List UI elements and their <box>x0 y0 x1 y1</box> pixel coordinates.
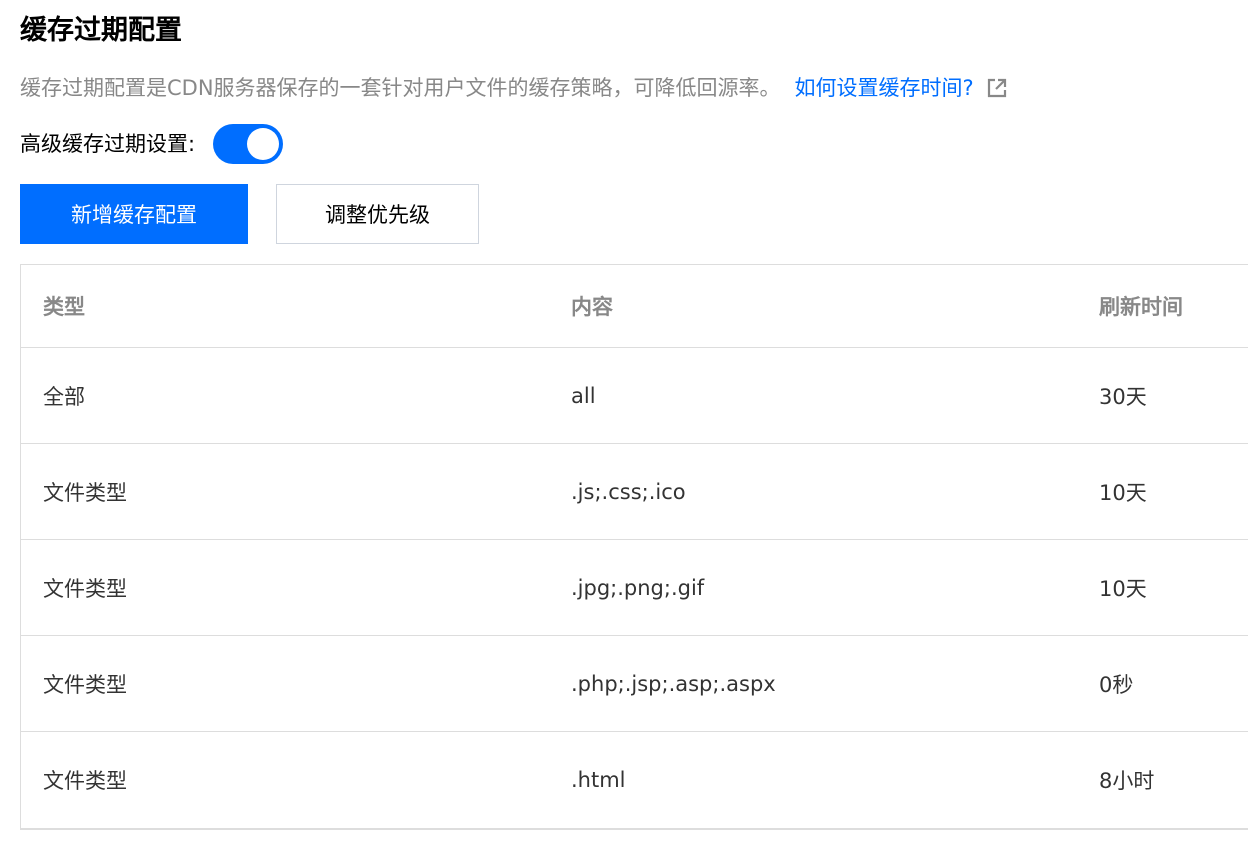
table-header: 类型 内容 刷新时间 <box>21 265 1248 348</box>
cell-content: .html <box>571 768 626 792</box>
advanced-setting-row: 高级缓存过期设置: <box>20 122 284 166</box>
header-content: 内容 <box>571 295 613 319</box>
header-refresh-time: 刷新时间 <box>1099 295 1183 319</box>
help-link[interactable]: 如何设置缓存时间? <box>795 72 974 104</box>
table-row: 文件类型 .js;.css;.ico 10天 <box>21 444 1248 540</box>
toggle-knob <box>247 128 280 160</box>
cell-refresh-time: 10天 <box>1099 576 1147 601</box>
cell-type: 全部 <box>43 384 85 409</box>
cell-content: .jpg;.png;.gif <box>571 575 705 600</box>
header-type: 类型 <box>43 295 85 319</box>
cell-refresh-time: 0秒 <box>1099 672 1134 697</box>
advanced-setting-label: 高级缓存过期设置: <box>20 132 196 156</box>
cell-type: 文件类型 <box>43 480 127 505</box>
cell-refresh-time: 10天 <box>1099 480 1147 505</box>
table-row: 文件类型 .php;.jsp;.asp;.aspx 0秒 <box>21 636 1248 732</box>
table-row: 文件类型 .html 8小时 <box>21 732 1248 828</box>
cell-type: 文件类型 <box>43 576 127 601</box>
cell-type: 文件类型 <box>43 769 127 793</box>
advanced-setting-toggle[interactable] <box>213 124 284 164</box>
description-row: 缓存过期配置是CDN服务器保存的一套针对用户文件的缓存策略，可降低回源率。 如何… <box>20 72 1008 104</box>
cache-expiration-page: 缓存过期配置 缓存过期配置是CDN服务器保存的一套针对用户文件的缓存策略，可降低… <box>0 0 1248 848</box>
toolbar: 新增缓存配置 调整优先级 <box>20 184 479 244</box>
cell-refresh-time: 8小时 <box>1099 769 1155 793</box>
cell-content: .js;.css;.ico <box>571 479 686 504</box>
cache-rules-table: 类型 内容 刷新时间 全部 all 30天 文件类型 .js;.css;.ico… <box>20 264 1248 830</box>
add-cache-config-button[interactable]: 新增缓存配置 <box>20 184 248 244</box>
cell-content: .php;.jsp;.asp;.aspx <box>571 671 776 696</box>
page-title: 缓存过期配置 <box>20 15 182 46</box>
external-link-icon[interactable] <box>986 77 1008 99</box>
cell-refresh-time: 30天 <box>1099 384 1147 409</box>
cell-content: all <box>571 383 596 408</box>
adjust-priority-button[interactable]: 调整优先级 <box>276 184 479 244</box>
table-row: 文件类型 .jpg;.png;.gif 10天 <box>21 540 1248 636</box>
cell-type: 文件类型 <box>43 672 127 697</box>
page-description: 缓存过期配置是CDN服务器保存的一套针对用户文件的缓存策略，可降低回源率。 <box>20 76 781 100</box>
table-row: 全部 all 30天 <box>21 348 1248 444</box>
